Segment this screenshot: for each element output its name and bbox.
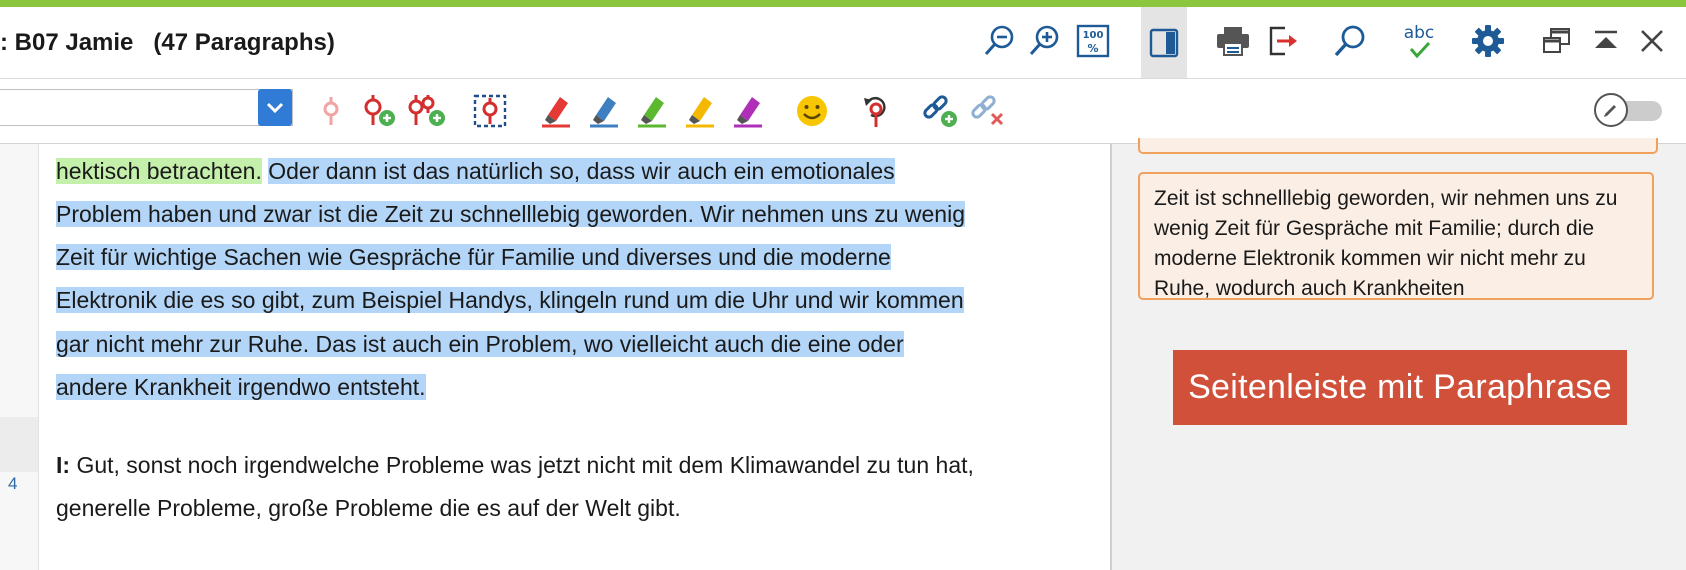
interviewer-text: Gut, sonst noch irgendwelche Probleme wa… [70,452,974,478]
highlighter-magenta-icon[interactable] [730,91,766,131]
paraphrase-memo-previous[interactable] [1138,138,1658,154]
link-add-icon[interactable] [920,91,960,131]
highlighter-green-icon[interactable] [634,91,670,131]
coded-segment-blue[interactable]: gar nicht mehr zur Ruhe. Das ist auch ei… [56,331,904,357]
coded-segment-blue[interactable]: Oder dann ist das natürlich so, dass wir… [268,158,895,184]
code-selection-icon[interactable] [470,91,510,131]
svg-text:abc: abc [1404,23,1435,43]
zoom-out-icon[interactable] [980,19,1020,63]
spellcheck-icon[interactable]: abc [1398,17,1440,65]
undo-code-icon[interactable] [858,91,894,131]
paraphrase-memo[interactable]: Zeit ist schnelllebig geworden, wir nehm… [1138,172,1654,300]
text-line[interactable]: Zeit für wichtige Sachen wie Gespräche f… [56,242,891,272]
coded-segment-blue[interactable]: andere Krankheit irgendwo entsteht. [56,374,426,400]
text-line[interactable]: Elektronik die es so gibt, zum Beispiel … [56,285,964,315]
search-icon[interactable] [1330,19,1370,63]
chevron-down-icon[interactable] [258,89,292,126]
coded-segment-blue[interactable]: Problem haben und zwar ist die Zeit zu s… [56,201,965,227]
interviewer-line[interactable]: I: Gut, sonst noch irgendwelche Probleme… [56,450,974,480]
settings-gear-icon[interactable] [1468,19,1508,63]
document-title: : B07 Jamie (47 Paragraphs) [0,29,335,56]
edit-mode-toggle[interactable] [1594,93,1670,127]
coded-segment-green[interactable]: hektisch betrachten. [56,158,262,184]
pencil-icon [1594,93,1628,127]
zoom-100-icon[interactable]: 100% [1073,19,1113,63]
paragraph-number: 4 [8,474,18,493]
coding-toolbar [0,79,1686,144]
export-icon[interactable] [1262,19,1302,63]
svg-text:100: 100 [1083,30,1104,41]
paraphrase-sidebar: Zeit ist schnelllebig geworden, wir nehm… [1112,138,1686,570]
gutter-marker [0,417,38,472]
emoticon-icon[interactable] [792,91,832,131]
code-dropdown[interactable] [0,89,293,126]
coded-segment-blue[interactable]: Zeit für wichtige Sachen wie Gespräche f… [56,244,891,270]
close-icon[interactable] [1632,19,1672,63]
title-bar: : B07 Jamie (47 Paragraphs) 100% abc [0,7,1686,79]
highlighter-yellow-icon[interactable] [682,91,718,131]
annotation-banner: Seitenleiste mit Paraphrase [1173,350,1627,425]
interviewer-text: generelle Probleme, große Probleme die e… [56,495,681,521]
collapse-up-icon[interactable] [1586,19,1626,63]
zoom-in-icon[interactable] [1025,19,1065,63]
code-add-icon[interactable] [358,91,398,131]
speaker-label: I: [56,452,71,478]
coded-segment-blue[interactable]: Elektronik die es so gibt, zum Beispiel … [56,287,964,313]
text-line[interactable]: hektisch betrachten. Oder dann ist das n… [56,156,895,186]
document-browser[interactable]: 4 hektisch betrachten. Oder dann ist das… [0,144,1110,570]
link-remove-icon[interactable] [968,91,1008,131]
text-line[interactable]: Problem haben und zwar ist die Zeit zu s… [56,199,965,229]
code-multi-add-icon[interactable] [406,91,448,131]
svg-text:%: % [1087,42,1098,55]
highlighter-blue-icon[interactable] [586,91,622,131]
highlighter-red-icon[interactable] [538,91,574,131]
paragraph-gutter: 4 [0,144,39,570]
text-line[interactable]: gar nicht mehr zur Ruhe. Das ist auch ei… [56,329,904,359]
undock-window-icon[interactable] [1537,19,1577,63]
print-icon[interactable] [1212,19,1254,63]
accent-bar [0,0,1686,7]
interviewer-line[interactable]: generelle Probleme, große Probleme die e… [56,493,681,523]
text-line[interactable]: andere Krankheit irgendwo entsteht. [56,372,426,402]
code-icon[interactable] [316,93,346,129]
sidebar-toggle-icon[interactable] [1141,7,1187,78]
